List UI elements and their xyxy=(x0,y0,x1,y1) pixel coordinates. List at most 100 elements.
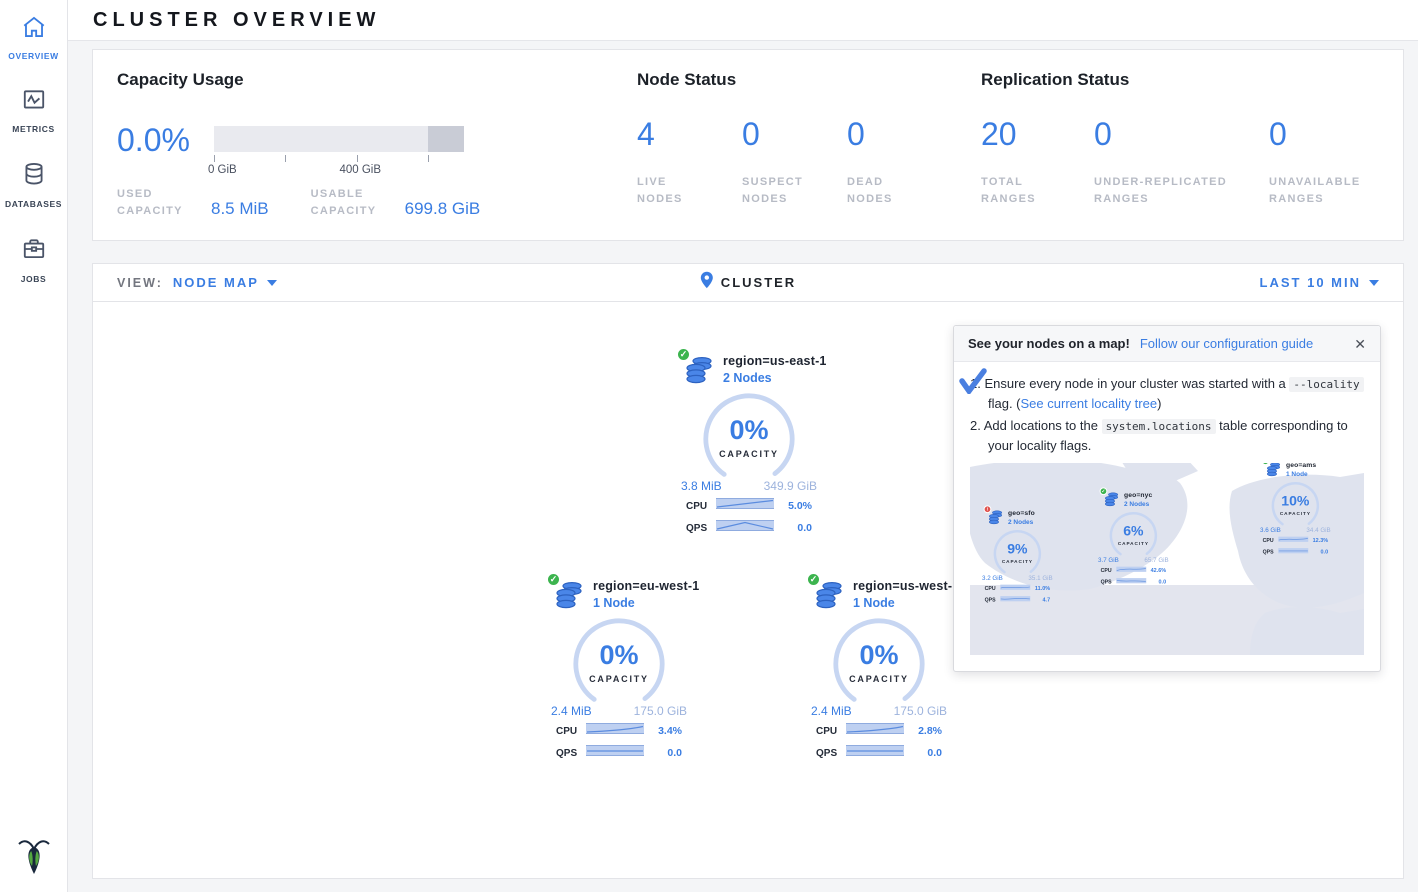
capacity-usage-title: Capacity Usage xyxy=(117,70,637,90)
qps-sparkline xyxy=(716,519,774,537)
qps-sparkline xyxy=(1000,595,1030,604)
sidebar: OVERVIEW METRICS DATABASES JOBS xyxy=(0,0,68,892)
node-group-icon: ✓ xyxy=(813,579,845,609)
sidebar-item-label: METRICS xyxy=(12,124,54,134)
capacity-usage-section: Capacity Usage 0.0% 0 GiB 40 xyxy=(117,70,637,240)
sidebar-item-metrics[interactable]: METRICS xyxy=(0,73,67,146)
node-card-us-east-1[interactable]: ✓ region=us-east-1 2 Nodes xyxy=(669,354,829,537)
qps-sparkline xyxy=(846,744,904,762)
node-count-label: 2 Nodes xyxy=(723,371,827,385)
example-capacity-percent: 10% xyxy=(1270,493,1320,509)
capacity-bar xyxy=(214,126,464,152)
example-region-label: geo=sfo xyxy=(1008,509,1035,517)
status-ok-icon: ✓ xyxy=(1100,487,1108,495)
qps-value: 4.7 xyxy=(1043,597,1051,603)
node-card-us-west-1[interactable]: ✓ region=us-west-1 1 Node xyxy=(799,579,959,762)
qps-label: QPS xyxy=(816,748,846,759)
dead-nodes-stat: 0 DEAD NODES xyxy=(847,118,952,208)
time-range-dropdown[interactable]: LAST 10 MIN xyxy=(1260,275,1379,290)
replication-status-section: Replication Status 20 TOTAL RANGES 0 UND… xyxy=(981,70,1379,240)
node-count-label: 1 Node xyxy=(853,596,959,610)
popup-header: See your nodes on a map! Follow our conf… xyxy=(954,326,1380,362)
total-ranges-label: TOTAL RANGES xyxy=(981,174,1051,208)
example-count-label: 2 Nodes xyxy=(1124,500,1152,507)
capacity-percent: 0% xyxy=(571,640,667,671)
unavailable-value: 0 xyxy=(1269,118,1379,150)
node-count-label: 1 Node xyxy=(593,596,699,610)
view-dropdown[interactable]: VIEW: NODE MAP xyxy=(117,275,277,290)
example-capacity-label: CAPACITY xyxy=(1270,511,1320,516)
capacity-label: CAPACITY xyxy=(571,674,667,684)
example-region-label: geo=nyc xyxy=(1124,491,1152,499)
database-icon xyxy=(21,161,47,192)
page-title: CLUSTER OVERVIEW xyxy=(93,9,380,32)
cpu-sparkline xyxy=(1000,584,1030,593)
suspect-nodes-label: SUSPECT NODES xyxy=(742,174,812,208)
example-node-ams: ✓ geo=ams 1 Node 10% CAPACITY xyxy=(1260,463,1331,557)
capacity-used-percent: 0.0% xyxy=(117,124,190,156)
cpu-value: 3.4% xyxy=(658,725,682,737)
chevron-down-icon xyxy=(1369,280,1379,286)
step-text: ) xyxy=(1157,396,1161,411)
sidebar-item-jobs[interactable]: JOBS xyxy=(0,221,67,296)
sidebar-item-databases[interactable]: DATABASES xyxy=(0,146,67,221)
example-count-label: 1 Node xyxy=(1286,470,1316,477)
sidebar-item-label: DATABASES xyxy=(5,199,62,209)
system-locations-code: system.locations xyxy=(1102,419,1216,434)
node-region-label: region=eu-west-1 xyxy=(593,579,699,593)
qps-value: 0.0 xyxy=(1159,579,1167,585)
cpu-row: CPU 2.8% xyxy=(816,722,942,740)
used-capacity-value: 8.5 MiB xyxy=(211,199,269,219)
step-number: 2. xyxy=(970,418,981,433)
total-ranges-value: 20 xyxy=(981,118,1094,150)
status-ok-icon: ✓ xyxy=(806,572,821,587)
locality-tree-link[interactable]: See current locality tree xyxy=(1021,396,1158,411)
suspect-nodes-value: 0 xyxy=(742,118,847,150)
cpu-label: CPU xyxy=(686,501,716,512)
example-capacity-percent: 9% xyxy=(992,541,1042,557)
cpu-label: CPU xyxy=(1263,538,1279,544)
replication-status-title: Replication Status xyxy=(981,70,1379,90)
axis-tick-label: 400 GiB xyxy=(339,164,381,176)
capacity-gauge: 0% CAPACITY xyxy=(701,391,797,479)
example-capacity-percent: 6% xyxy=(1108,523,1158,539)
capacity-bar-axis: 0 GiB 400 GiB xyxy=(214,152,464,178)
cpu-value: 12.3% xyxy=(1313,537,1328,543)
popup-title: See your nodes on a map! xyxy=(968,336,1130,351)
step-text: Add locations to the xyxy=(984,418,1102,433)
popup-step-2: 2. Add locations to the system.locations… xyxy=(970,416,1364,455)
capacity-percent: 0% xyxy=(701,415,797,446)
qps-label: QPS xyxy=(1101,579,1117,585)
time-range-value: LAST 10 MIN xyxy=(1260,275,1361,290)
node-group-icon: ✓ xyxy=(553,579,585,609)
example-count-label: 2 Nodes xyxy=(1008,518,1035,525)
live-nodes-value: 4 xyxy=(637,118,742,150)
qps-label: QPS xyxy=(686,523,716,534)
configuration-guide-link[interactable]: Follow our configuration guide xyxy=(1140,336,1313,351)
qps-sparkline xyxy=(586,744,644,762)
cpu-sparkline xyxy=(846,722,904,740)
step-text: Ensure every node in your cluster was st… xyxy=(984,376,1289,391)
sidebar-item-overview[interactable]: OVERVIEW xyxy=(0,0,67,73)
briefcase-icon xyxy=(21,236,47,267)
popup-body: 1. Ensure every node in your cluster was… xyxy=(954,362,1380,455)
node-map-canvas: ✓ region=us-east-1 2 Nodes xyxy=(92,301,1404,879)
chevron-down-icon xyxy=(267,280,277,286)
step-text: flag. ( xyxy=(988,396,1021,411)
breadcrumb-cluster: CLUSTER xyxy=(721,275,796,290)
breadcrumb[interactable]: CLUSTER xyxy=(700,271,796,294)
node-status-title: Node Status xyxy=(637,70,981,90)
map-pin-icon xyxy=(700,271,714,294)
node-card-eu-west-1[interactable]: ✓ region=eu-west-1 1 Node xyxy=(539,579,699,762)
close-icon[interactable]: ✕ xyxy=(1354,337,1366,351)
under-replicated-label: UNDER-REPLICATED RANGES xyxy=(1094,174,1254,208)
example-capacity-label: CAPACITY xyxy=(992,559,1042,564)
under-replicated-ranges-stat: 0 UNDER-REPLICATED RANGES xyxy=(1094,118,1269,208)
example-map-image: ! geo=sfo 2 Nodes 9% CAPACITY xyxy=(970,463,1364,655)
cpu-label: CPU xyxy=(816,726,846,737)
node-region-label: region=us-west-1 xyxy=(853,579,959,593)
example-node-nyc: ✓ geo=nyc 2 Nodes 6% CAPACITY xyxy=(1098,491,1169,587)
cpu-sparkline xyxy=(1278,536,1308,545)
view-value: NODE MAP xyxy=(173,275,259,290)
cpu-label: CPU xyxy=(985,586,1001,592)
